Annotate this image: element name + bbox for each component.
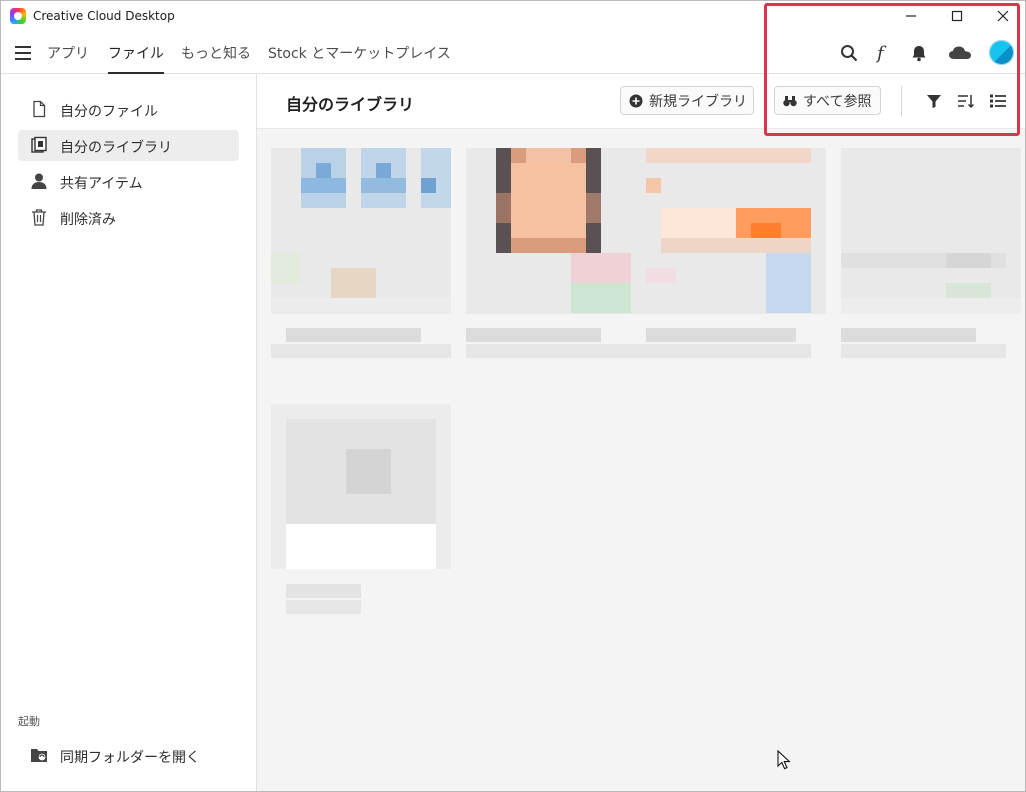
launch-section-label: 起動 (18, 715, 40, 728)
cloud-icon[interactable] (947, 42, 973, 64)
library-thumbnail (841, 148, 1021, 314)
sidebar-item-label: 自分のファイル (60, 104, 158, 120)
library-thumbnail (466, 148, 646, 314)
main-content: 自分のライブラリ 新規ライブラリ すべて参照 (257, 74, 1025, 791)
binoculars-icon (783, 94, 797, 108)
page-title: 自分のライブラリ (286, 95, 415, 114)
tab-discover[interactable]: もっと知る (181, 43, 251, 63)
creative-cloud-logo-icon (10, 8, 26, 24)
library-thumbnail (646, 148, 826, 314)
sidebar-item-deleted[interactable]: 削除済み (18, 202, 239, 233)
sidebar: 自分のファイル 自分のライブラリ 共有アイテム 削除済み 起動 同期フォルダーを… (1, 74, 257, 791)
close-button[interactable] (980, 1, 1026, 31)
search-icon[interactable] (838, 42, 860, 64)
library-meta-placeholder (466, 344, 646, 358)
avatar[interactable] (989, 40, 1014, 65)
maximize-button[interactable] (934, 1, 980, 31)
svg-text:f: f (875, 43, 887, 63)
library-thumbnail (271, 148, 451, 314)
tab-apps[interactable]: アプリ (47, 43, 89, 63)
trash-icon (32, 209, 46, 226)
bell-icon[interactable] (908, 42, 930, 64)
browse-all-label: すべて参照 (803, 93, 872, 110)
maximize-icon (951, 10, 963, 22)
toolbar-divider (901, 86, 902, 116)
menu-icon[interactable] (15, 46, 31, 60)
sidebar-item-label: 共有アイテム (60, 176, 143, 192)
library-name-placeholder (286, 584, 361, 598)
window-title: Creative Cloud Desktop (33, 9, 175, 23)
title-bar: Creative Cloud Desktop (1, 1, 1025, 31)
library-meta-placeholder (271, 344, 451, 358)
sidebar-item-label: 削除済み (60, 212, 116, 228)
sidebar-item-label: 自分のライブラリ (60, 140, 172, 156)
folder-sync-icon (31, 749, 47, 762)
user-icon (31, 173, 47, 189)
library-header: 自分のライブラリ 新規ライブラリ すべて参照 (257, 74, 1025, 129)
file-icon (33, 100, 46, 118)
library-name-placeholder (646, 328, 796, 342)
filter-icon[interactable] (924, 91, 944, 111)
top-nav: アプリ ファイル もっと知る Stock とマーケットプレイス f (1, 32, 1025, 74)
library-name-placeholder (286, 328, 421, 342)
browse-all-button[interactable]: すべて参照 (774, 86, 881, 115)
plus-circle-icon (629, 94, 643, 108)
minimize-button[interactable] (888, 1, 934, 31)
sidebar-item-my-libraries[interactable]: 自分のライブラリ (18, 130, 239, 161)
app-window: Creative Cloud Desktop アプリ ファイル もっと知る St… (0, 0, 1026, 792)
fonts-icon[interactable]: f (872, 42, 894, 64)
sidebar-item-my-files[interactable]: 自分のファイル (18, 94, 239, 125)
sort-icon[interactable] (956, 91, 976, 111)
library-icon (31, 136, 47, 153)
tab-stock-marketplace[interactable]: Stock とマーケットプレイス (268, 43, 451, 63)
list-view-icon[interactable] (988, 91, 1008, 111)
new-library-button[interactable]: 新規ライブラリ (620, 86, 754, 115)
open-sync-folder[interactable]: 同期フォルダーを開く (18, 740, 239, 771)
tab-files[interactable]: ファイル (108, 43, 164, 74)
new-library-label: 新規ライブラリ (649, 93, 747, 110)
library-name-placeholder (466, 328, 601, 342)
library-meta-placeholder (286, 600, 361, 614)
sidebar-item-shared[interactable]: 共有アイテム (18, 166, 239, 197)
close-icon (997, 10, 1009, 22)
library-name-placeholder (841, 328, 976, 342)
library-thumbnail (271, 404, 451, 569)
sync-folder-label: 同期フォルダーを開く (60, 750, 200, 766)
library-meta-placeholder (841, 344, 1006, 358)
minimize-icon (906, 15, 916, 17)
mouse-cursor-icon (777, 750, 791, 770)
library-meta-placeholder (646, 344, 811, 358)
